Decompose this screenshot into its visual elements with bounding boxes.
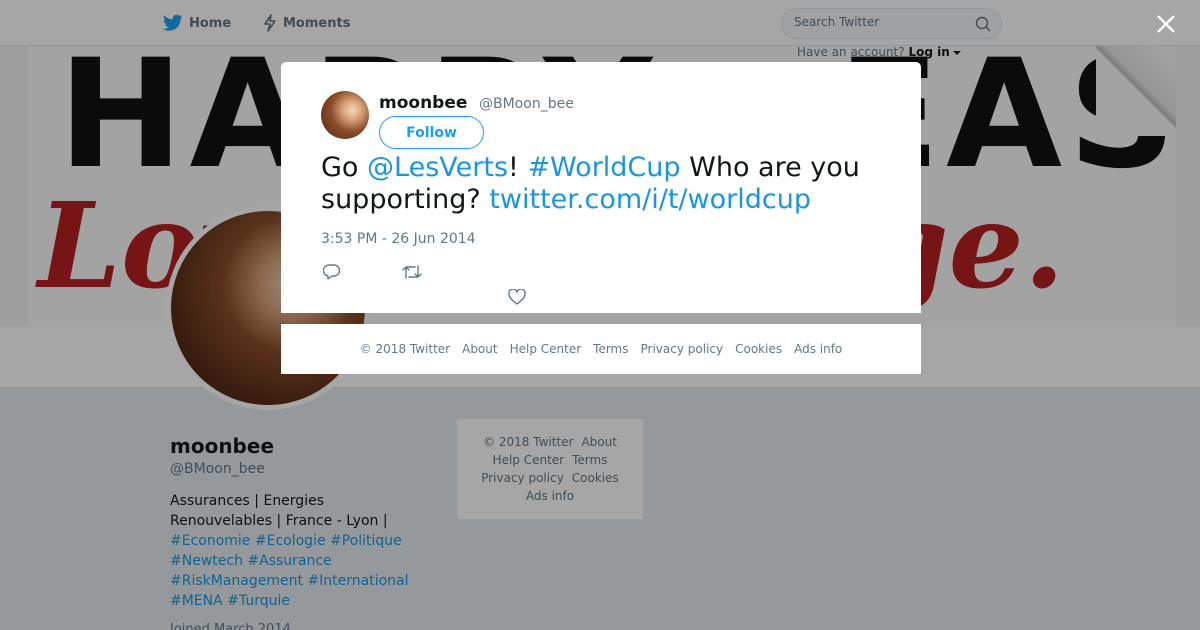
tweet-url-link[interactable]: twitter.com/i/t/worldcup <box>489 184 811 215</box>
mention-link[interactable]: @LesVerts <box>367 152 508 183</box>
tweet-text: Go @LesVerts! #WorldCup Who are you supp… <box>321 152 901 216</box>
like-button[interactable] <box>506 286 528 308</box>
tweet-text-part: Go <box>321 152 368 183</box>
reply-icon <box>323 264 341 280</box>
modal-footer-help-link[interactable]: Help Center <box>510 342 582 356</box>
tweet-author-name[interactable]: moonbee <box>379 93 467 113</box>
modal-footer-cookies-link[interactable]: Cookies <box>735 342 782 356</box>
hashtag-link[interactable]: #WorldCup <box>527 152 680 183</box>
modal-footer: © 2018 Twitter About Help Center Terms P… <box>281 324 921 374</box>
tweet-timestamp[interactable]: 3:53 PM - 26 Jun 2014 <box>321 231 476 247</box>
reply-button[interactable] <box>321 261 343 283</box>
modal-footer-privacy-link[interactable]: Privacy policy <box>641 342 724 356</box>
tweet-modal: moonbee @BMoon_bee Follow Go @LesVerts! … <box>281 62 921 313</box>
modal-footer-terms-link[interactable]: Terms <box>593 342 628 356</box>
tweet-text-part: ! <box>508 152 528 183</box>
retweet-button[interactable] <box>401 261 423 283</box>
modal-footer-ads-link[interactable]: Ads info <box>794 342 842 356</box>
retweet-icon <box>402 265 422 279</box>
modal-footer-copyright: © 2018 Twitter <box>359 342 451 356</box>
tweet-author-handle[interactable]: @BMoon_bee <box>479 96 574 112</box>
follow-button[interactable]: Follow <box>379 116 484 149</box>
heart-icon <box>508 289 526 305</box>
tweet-author-avatar[interactable] <box>321 91 369 139</box>
close-icon[interactable] <box>1154 12 1178 36</box>
modal-footer-about-link[interactable]: About <box>462 342 497 356</box>
